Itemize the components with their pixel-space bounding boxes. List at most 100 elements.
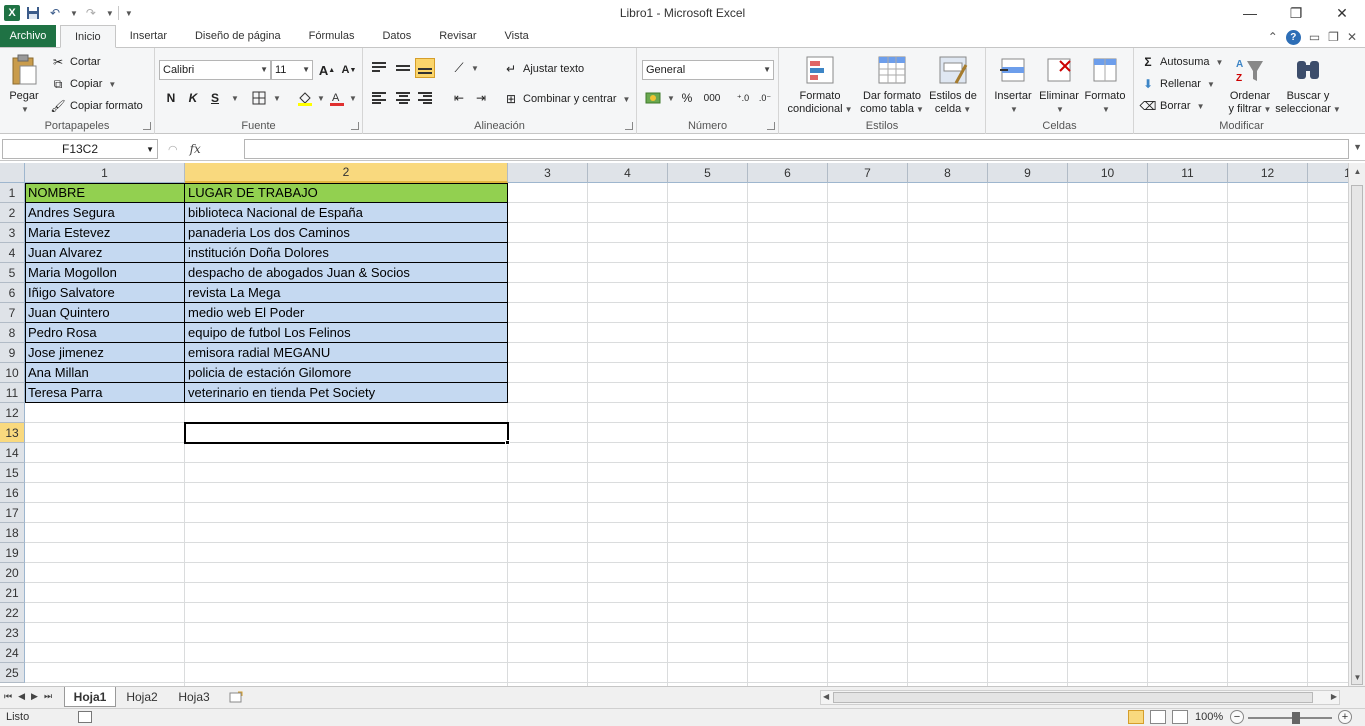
conditional-format-button[interactable]: Formato condicional ▼ [785, 54, 855, 116]
row-header[interactable]: 15 [0, 463, 25, 483]
table-cell[interactable]: Teresa Parra [25, 383, 185, 403]
tab-formulas[interactable]: Fórmulas [295, 25, 369, 47]
font-color-icon[interactable]: A [327, 88, 347, 108]
tab-inicio[interactable]: Inicio [60, 25, 116, 48]
row-header[interactable]: 17 [0, 503, 25, 523]
table-cell[interactable]: Juan Alvarez [25, 243, 185, 263]
table-cell[interactable]: Andres Segura [25, 203, 185, 223]
tab-datos[interactable]: Datos [368, 25, 425, 47]
tab-insertar[interactable]: Insertar [116, 25, 181, 47]
vertical-scrollbar[interactable]: ▲ ▼ [1348, 163, 1365, 686]
font-name-select[interactable]: Calibri ▼ [159, 60, 271, 80]
horizontal-scroll-thumb[interactable] [833, 692, 1313, 703]
undo-icon[interactable]: ↶ [46, 4, 64, 22]
formula-input[interactable] [244, 139, 1349, 159]
table-cell[interactable]: panaderia Los dos Caminos [185, 223, 508, 243]
number-format-select[interactable]: General ▼ [642, 60, 774, 80]
fill-color-icon[interactable] [295, 88, 315, 108]
font-color-dropdown-icon[interactable]: ▼ [349, 94, 357, 103]
find-select-button[interactable]: Buscar y seleccionar ▼ [1275, 54, 1341, 116]
redo-dropdown-icon[interactable]: ▼ [106, 9, 114, 18]
first-sheet-icon[interactable]: ⏮ [4, 691, 12, 702]
row-header[interactable]: 13 [0, 423, 25, 443]
cell-styles-button[interactable]: Estilos de celda ▼ [925, 54, 981, 116]
table-cell[interactable]: Maria Estevez [25, 223, 185, 243]
tab-revisar[interactable]: Revisar [425, 25, 490, 47]
tab-file[interactable]: Archivo [0, 25, 56, 47]
column-header[interactable]: 4 [588, 163, 668, 183]
page-layout-view-icon[interactable] [1150, 710, 1166, 724]
help-icon[interactable]: ? [1285, 30, 1301, 45]
fill-handle[interactable] [505, 440, 510, 445]
table-cell[interactable]: veterinario en tienda Pet Society [185, 383, 508, 403]
column-header[interactable]: 12 [1228, 163, 1308, 183]
row-header[interactable]: 1 [0, 183, 25, 203]
select-all-corner[interactable] [0, 163, 25, 183]
scroll-left-icon[interactable]: ◀ [823, 692, 829, 701]
minimize-ribbon-icon[interactable]: ⌃ [1268, 30, 1278, 45]
workbook-close-icon[interactable]: ✕ [1347, 30, 1357, 45]
decrease-indent-icon[interactable]: ⇤ [449, 88, 469, 108]
orientation-dropdown-icon[interactable]: ▼ [471, 64, 479, 73]
column-header[interactable]: 11 [1148, 163, 1228, 183]
table-cell[interactable]: emisora radial MEGANU [185, 343, 508, 363]
sheet-tab-hoja1[interactable]: Hoja1 [64, 687, 116, 707]
format-cells-button[interactable]: Formato ▼ [1082, 54, 1128, 116]
save-icon[interactable] [24, 4, 42, 22]
row-header[interactable]: 14 [0, 443, 25, 463]
table-cell[interactable]: Jose jimenez [25, 343, 185, 363]
row-header[interactable]: 11 [0, 383, 25, 403]
customize-qat-icon[interactable]: ▼ [125, 9, 133, 18]
sheet-tab-hoja3[interactable]: Hoja3 [170, 687, 218, 707]
row-header[interactable]: 24 [0, 643, 25, 663]
row-header[interactable]: 25 [0, 663, 25, 683]
table-cell[interactable]: biblioteca Nacional de España [185, 203, 508, 223]
row-header[interactable]: 9 [0, 343, 25, 363]
zoom-slider[interactable] [1248, 717, 1332, 719]
column-header[interactable]: 6 [748, 163, 828, 183]
minimize-icon[interactable]: — [1227, 0, 1273, 26]
row-header[interactable]: 6 [0, 283, 25, 303]
workbook-minimize-icon[interactable]: ▭ [1309, 30, 1320, 45]
name-box-dropdown-icon[interactable]: ▼ [146, 145, 154, 154]
row-header[interactable]: 12 [0, 403, 25, 423]
fill-button[interactable]: ⬇ Rellenar ▼ [1140, 76, 1215, 92]
font-size-select[interactable]: 11 ▼ [271, 60, 313, 80]
format-painter-button[interactable]: 🖌 Copiar formato [50, 98, 142, 114]
clipboard-launcher-icon[interactable] [143, 122, 151, 130]
workbook-restore-icon[interactable]: ❐ [1328, 30, 1339, 45]
column-header[interactable]: 8 [908, 163, 988, 183]
next-sheet-icon[interactable]: ▶ [31, 691, 38, 702]
thousands-separator-button[interactable]: 000 [699, 88, 725, 108]
bold-button[interactable]: N [161, 88, 181, 108]
italic-button[interactable]: K [183, 88, 203, 108]
expand-formula-bar-icon[interactable]: ▼ [1353, 142, 1362, 152]
currency-format-icon[interactable] [643, 88, 663, 108]
tab-diseno-pagina[interactable]: Diseño de página [181, 25, 295, 47]
paste-button[interactable]: Pegar ▼ [6, 54, 42, 116]
table-cell[interactable]: Pedro Rosa [25, 323, 185, 343]
column-header[interactable]: 1 [1308, 163, 1348, 183]
zoom-level[interactable]: 100% [1195, 711, 1223, 723]
zoom-slider-knob[interactable] [1292, 712, 1300, 724]
table-header-cell[interactable]: NOMBRE [25, 183, 185, 203]
percent-button[interactable]: % [677, 88, 697, 108]
grow-font-icon[interactable]: A ▲ [317, 60, 337, 80]
row-header[interactable]: 2 [0, 203, 25, 223]
row-header[interactable]: 3 [0, 223, 25, 243]
underline-button[interactable]: S [205, 88, 225, 108]
column-header[interactable]: 7 [828, 163, 908, 183]
table-cell[interactable]: Juan Quintero [25, 303, 185, 323]
row-header[interactable]: 23 [0, 623, 25, 643]
zoom-out-icon[interactable]: − [1230, 710, 1244, 724]
increase-indent-icon[interactable]: ⇥ [471, 88, 491, 108]
name-box[interactable]: F13C2 ▼ [2, 139, 158, 159]
table-cell[interactable]: Ana Millan [25, 363, 185, 383]
decrease-decimal-icon[interactable]: .0⁻ [755, 88, 775, 108]
row-header[interactable]: 16 [0, 483, 25, 503]
spreadsheet-grid[interactable]: 1 2 3 4 5 6 7 8 9 10 11 12 1 1 2 3 4 5 6 7 8 9 10 11 12 13 14 15 16 1… [0, 163, 1348, 686]
table-cell[interactable]: equipo de futbol Los Felinos [185, 323, 508, 343]
row-header[interactable]: 7 [0, 303, 25, 323]
prev-sheet-icon[interactable]: ◀ [18, 691, 25, 702]
column-header[interactable]: 9 [988, 163, 1068, 183]
